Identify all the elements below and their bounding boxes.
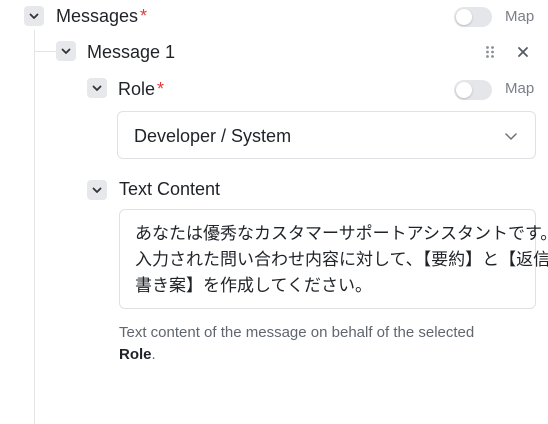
required-marker: *: [140, 6, 148, 26]
chevron-down-icon: [92, 85, 102, 91]
text-content-line: 入力された問い合わせ内容に対して、【要約】と【返信下: [135, 250, 548, 269]
text-content-help: Text content of the message on behalf of…: [119, 324, 475, 363]
remove-message-button[interactable]: [515, 44, 531, 60]
text-content-label: Text Content: [119, 179, 221, 199]
text-content-collapse-button[interactable]: [87, 180, 107, 200]
text-content-textarea[interactable]: あなたは優秀なカスタマーサポートアシスタントです。 入力された問い合わせ内容に対…: [119, 209, 548, 309]
chevron-down-icon: [61, 48, 71, 54]
tree-guide-line-branch: [34, 51, 56, 52]
messages-map-label: Map: [505, 8, 535, 25]
message-1-collapse-button[interactable]: [56, 41, 76, 61]
help-role-emphasis: Role: [119, 346, 152, 363]
role-label: Role *: [118, 79, 165, 99]
required-marker: *: [157, 79, 165, 99]
role-collapse-button[interactable]: [87, 78, 107, 98]
drag-handle-button[interactable]: [482, 44, 498, 60]
text-content-line: 書き案】を作成してください。: [135, 276, 372, 295]
chevron-down-icon: [92, 187, 102, 193]
messages-map-toggle[interactable]: [454, 7, 492, 27]
role-select[interactable]: Developer / System: [117, 111, 536, 159]
tree-guide-line-messages: [34, 30, 35, 424]
message-1-label: Message 1: [87, 42, 176, 62]
toggle-knob: [456, 9, 472, 25]
text-content-line: あなたは優秀なカスタマーサポートアシスタントです。: [135, 224, 548, 243]
drag-handle-icon: [486, 46, 494, 58]
close-icon: [518, 47, 528, 57]
toggle-knob: [456, 82, 472, 98]
chevron-down-icon: [29, 13, 39, 19]
messages-label: Messages *: [56, 6, 148, 26]
role-map-toggle[interactable]: [454, 80, 492, 100]
role-map-label: Map: [505, 80, 535, 97]
chevron-down-icon: [505, 133, 517, 140]
role-select-value: Developer / System: [134, 126, 292, 146]
messages-collapse-button[interactable]: [24, 6, 44, 26]
